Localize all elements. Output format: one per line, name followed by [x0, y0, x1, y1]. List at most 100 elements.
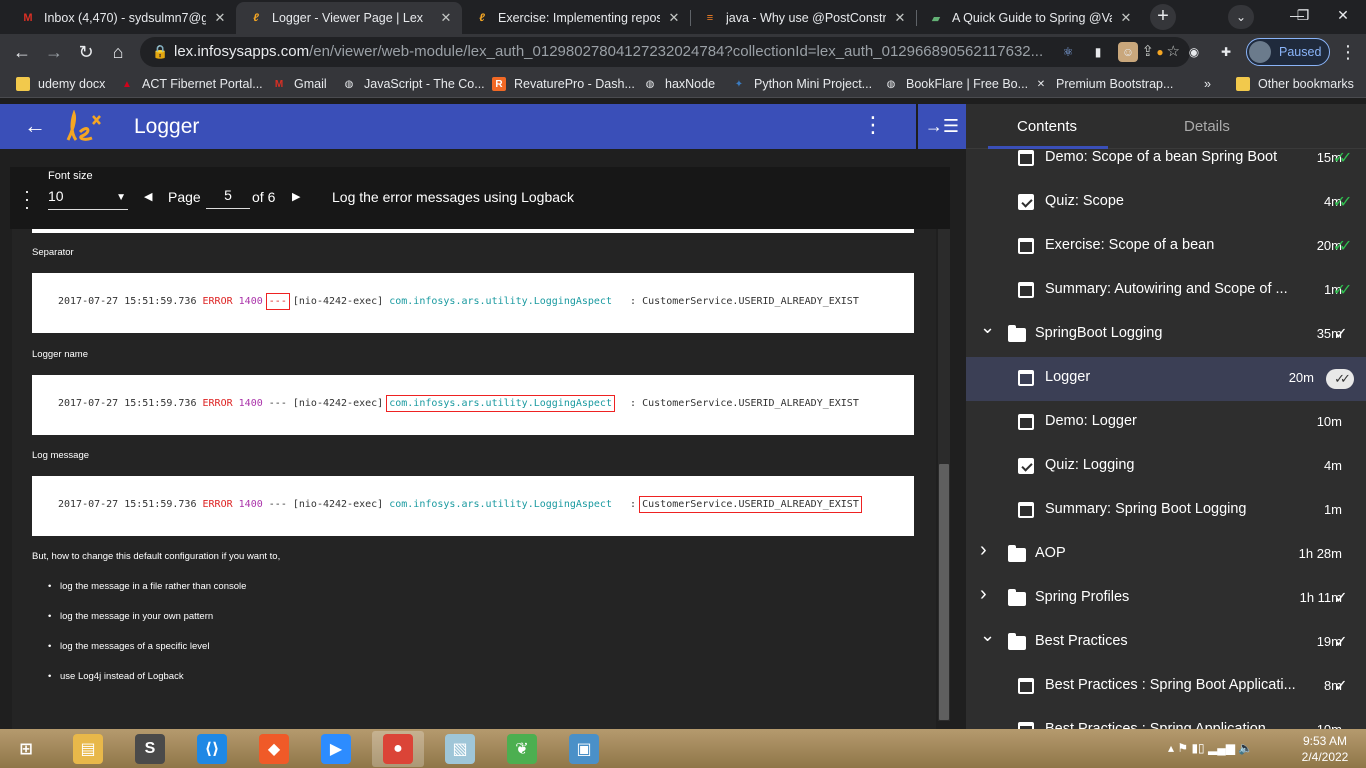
taskbar-item[interactable]: ▶ — [310, 731, 362, 767]
bookmark-other[interactable]: Other bookmarks — [1236, 74, 1354, 94]
bookmark-label: Gmail — [294, 77, 327, 91]
url-path: /en/viewer/web-module/lex_auth_012980278… — [309, 43, 1044, 60]
bookmark-haxnode[interactable]: ◍ haxNode — [643, 74, 715, 94]
browser-tab-logger[interactable]: ℓ Logger - Viewer Page | Lex ✕ — [236, 2, 462, 34]
contents-item[interactable]: Quiz: Logging 4m — [966, 445, 1366, 489]
contents-item[interactable]: Summary: Spring Boot Logging 1m — [966, 489, 1366, 533]
extension-bottle-icon[interactable]: ▮ — [1088, 42, 1108, 62]
log-level: ERROR — [202, 398, 233, 409]
chevron-down-icon[interactable]: ⌄ — [980, 625, 995, 646]
browser-tab-java[interactable]: ≡ java - Why use @PostConstruc ✕ — [690, 2, 916, 34]
log-pid: 1400 — [238, 398, 263, 409]
taskbar-item[interactable]: ▧ — [434, 731, 486, 767]
browser-tab-exercise[interactable]: ℓ Exercise: Implementing reposit ✕ — [462, 2, 690, 34]
contents-item[interactable]: Best Practices : Spring Boot Applicati..… — [966, 665, 1366, 709]
contents-item[interactable]: Demo: Logger 10m — [966, 401, 1366, 445]
bookmark-javascript[interactable]: ◍ JavaScript - The Co... — [342, 74, 485, 94]
close-icon[interactable]: ✕ — [892, 10, 908, 26]
page-number-input[interactable]: 5 — [206, 187, 250, 209]
new-tab-button[interactable]: + — [1150, 4, 1176, 30]
bookmark-bookflare[interactable]: ◍ BookFlare | Free Bo... — [884, 74, 1028, 94]
chevron-down-icon[interactable]: ⌄ — [980, 317, 995, 338]
bookmark-act-fibernet[interactable]: ▲ ACT Fibernet Portal... — [120, 74, 263, 94]
address-bar[interactable]: 🔒 lex.infosysapps.com/en/viewer/web-modu… — [140, 37, 1190, 67]
clock[interactable]: 9:53 AM 2/4/2022 — [1290, 733, 1360, 765]
contents-item[interactable]: ⌄ SpringBoot Logging 35m ✓ — [966, 313, 1366, 357]
font-size-select[interactable]: 10 ▼ — [48, 188, 128, 210]
back-arrow-icon[interactable]: ← — [24, 113, 46, 139]
profile-button[interactable]: Paused — [1246, 38, 1330, 66]
browser-menu-button[interactable]: ⋮ — [1334, 38, 1362, 66]
close-window-button[interactable]: ✕ — [1320, 0, 1366, 30]
photos-icon: ▣ — [569, 734, 599, 764]
react-devtools-icon[interactable]: ⚛ — [1058, 42, 1078, 62]
bookmark-premium-bootstrap[interactable]: ✕ Premium Bootstrap... — [1034, 74, 1174, 94]
tab-details[interactable]: Details — [1184, 118, 1230, 135]
extension-face-icon[interactable]: ☺ — [1118, 42, 1138, 62]
contents-item[interactable]: Logger 20m ✓✓ — [966, 357, 1366, 401]
taskbar-item[interactable]: ⊞ — [0, 731, 52, 767]
contents-item[interactable]: ⌄ Best Practices 19m ✓ — [966, 621, 1366, 665]
extension-toggle-icon[interactable]: ● — [1150, 42, 1170, 62]
page-icon — [1018, 414, 1034, 430]
bookmark-python-mini[interactable]: ✦ Python Mini Project... — [732, 74, 872, 94]
contents-item-label: Spring Profiles — [1035, 589, 1130, 605]
contents-item[interactable]: Quiz: Scope 4m ✓✓ — [966, 181, 1366, 225]
taskbar-item[interactable]: ◆ — [248, 731, 300, 767]
close-icon[interactable]: ✕ — [438, 10, 454, 26]
contents-item[interactable]: Best Practices : Spring Application...10… — [966, 709, 1366, 729]
globe-icon: ◍ — [344, 78, 354, 90]
taskbar-item[interactable]: ⟨⟩ — [186, 731, 238, 767]
bookmarks-overflow-button[interactable]: » — [1204, 74, 1211, 94]
forward-button[interactable]: → — [40, 38, 68, 66]
more-vert-icon[interactable]: ⋮ — [862, 112, 884, 138]
taskbar-item[interactable]: ❦ — [496, 731, 548, 767]
more-vert-icon[interactable]: · · · — [24, 182, 30, 216]
taskbar-item[interactable]: ▣ — [558, 731, 610, 767]
reload-button[interactable]: ↻ — [72, 38, 100, 66]
close-icon[interactable]: ✕ — [1118, 10, 1134, 26]
bookmark-label: Premium Bootstrap... — [1056, 77, 1174, 91]
extensions-puzzle-icon[interactable]: ✚ — [1216, 42, 1236, 62]
camera-icon[interactable]: ◉ — [1184, 42, 1204, 62]
taskbar-item[interactable]: ● — [372, 731, 424, 767]
tab-search-button[interactable]: ⌄ — [1228, 5, 1254, 29]
font-size-value: 10 — [48, 188, 64, 204]
viewer-scrollbar-thumb[interactable] — [939, 464, 949, 720]
back-button[interactable]: ← — [8, 38, 36, 66]
contents-item[interactable]: Summary: Autowiring and Scope of ... 1m ✓✓ — [966, 269, 1366, 313]
close-icon[interactable]: ✕ — [212, 10, 228, 26]
prev-page-icon[interactable]: ◀ — [144, 190, 152, 203]
taskbar-item[interactable]: S — [124, 731, 176, 767]
bookmark-gmail[interactable]: M Gmail — [272, 74, 327, 94]
contents-item-label: Logger — [1045, 369, 1091, 385]
contents-item[interactable]: Demo: Scope of a bean Spring Boot 15m ✓✓ — [966, 137, 1366, 181]
page-icon — [1018, 678, 1034, 694]
collapse-panel-button[interactable]: →☰ — [916, 104, 966, 149]
browser-tab-inbox[interactable]: M Inbox (4,470) - sydsulmn7@gm ✕ — [8, 2, 236, 34]
tab-contents[interactable]: Contents — [1017, 118, 1077, 135]
contents-item-label: Summary: Autowiring and Scope of ... — [1045, 281, 1288, 297]
system-tray[interactable]: ▴ ⚑ ▮▯ ▂▄▆ 🔈 — [1168, 729, 1253, 768]
log-colon: : — [630, 296, 637, 307]
question-text: But, how to change this default configur… — [32, 551, 281, 562]
browser-tab-spring-value[interactable]: ▰ A Quick Guide to Spring @Valu ✕ — [916, 2, 1142, 34]
contents-item-label: Best Practices : Spring Boot Applicati..… — [1045, 677, 1296, 693]
bookmark-udemy-docx[interactable]: udemy docx — [16, 74, 105, 94]
section-label: Separator — [32, 247, 74, 258]
gmail-icon: M — [23, 12, 33, 24]
next-page-icon[interactable]: ▶ — [292, 190, 300, 203]
contents-item[interactable]: › AOP 1h 28m — [966, 533, 1366, 577]
double-check-icon: ✓✓ — [1332, 150, 1353, 167]
home-button[interactable]: ⌂ — [104, 38, 132, 66]
chevron-right-icon[interactable]: › — [980, 583, 987, 606]
bookmarks-bar: udemy docx ▲ ACT Fibernet Portal... M Gm… — [0, 70, 1366, 98]
lex-icon: ℓ — [479, 12, 485, 24]
contents-item[interactable]: › Spring Profiles 1h 11m ✓ — [966, 577, 1366, 621]
contents-item-duration: 10m — [1316, 414, 1342, 429]
bookmark-revaturepro[interactable]: R RevaturePro - Dash... — [492, 74, 635, 94]
contents-item[interactable]: Exercise: Scope of a bean 20m ✓✓ — [966, 225, 1366, 269]
close-icon[interactable]: ✕ — [666, 10, 682, 26]
taskbar-item[interactable]: ▤ — [62, 731, 114, 767]
chevron-right-icon[interactable]: › — [980, 539, 987, 562]
